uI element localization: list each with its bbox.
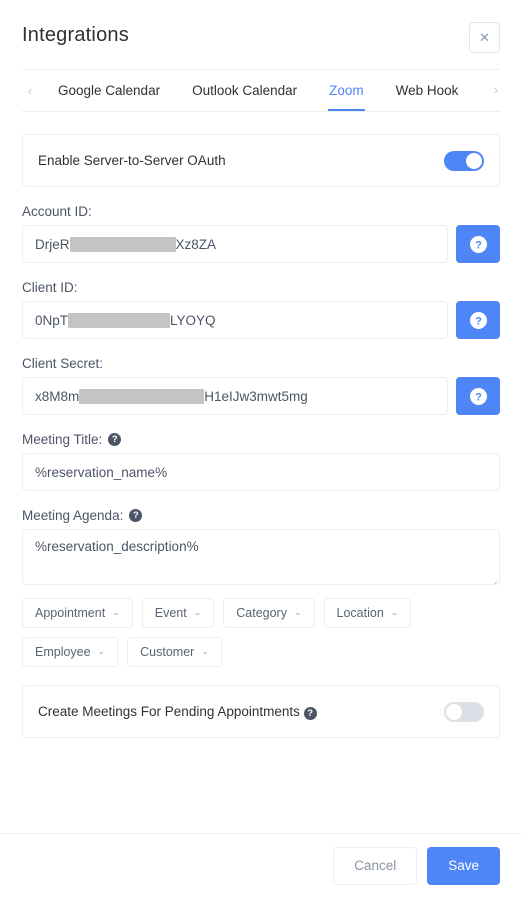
meeting-agenda-field-block: Meeting Agenda: ? %reservation_descripti… (22, 508, 500, 585)
label-text: Client Secret: (22, 356, 104, 371)
pending-appointments-label: Create Meetings For Pending Appointments… (38, 704, 317, 720)
tab-zoom[interactable]: Zoom (313, 70, 380, 111)
tab-outlook-calendar[interactable]: Outlook Calendar (176, 70, 313, 111)
client-secret-label: Client Secret: (22, 356, 500, 371)
value-prefix: DrjeR (35, 236, 70, 252)
help-icon: ? (469, 311, 487, 329)
meeting-agenda-help-icon[interactable]: ? (129, 509, 143, 522)
chip-label: Customer (140, 645, 195, 659)
value-suffix: LYOYQ (170, 312, 216, 328)
label-text: Meeting Title: (22, 432, 103, 447)
client-secret-input[interactable]: x8M8m H1eIJw3mwt5mg (22, 377, 448, 415)
close-icon: ✕ (479, 30, 490, 45)
chip-event[interactable]: Event ⌄ (141, 598, 215, 628)
chevron-down-icon: ⌄ (193, 606, 202, 617)
client-id-help-button[interactable]: ? (456, 301, 500, 339)
account-id-input[interactable]: DrjeR Xz8ZA (22, 225, 448, 263)
account-id-row: DrjeR Xz8ZA ? (22, 225, 500, 263)
chip-appointment[interactable]: Appointment ⌄ (22, 598, 133, 628)
chip-label: Employee (35, 645, 91, 659)
chevron-down-icon: ⌄ (390, 606, 399, 617)
svg-text:?: ? (475, 239, 482, 251)
meeting-title-field-block: Meeting Title: ? %reservation_name% (22, 432, 500, 491)
value-prefix: 0NpT (35, 312, 69, 328)
create-meetings-pending-toggle[interactable] (444, 701, 484, 722)
save-button[interactable]: Save (427, 846, 500, 885)
chip-customer[interactable]: Customer ⌄ (127, 637, 222, 667)
meeting-agenda-textarea[interactable]: %reservation_description% (22, 529, 500, 585)
pending-appointments-card: Create Meetings For Pending Appointments… (22, 685, 500, 738)
client-id-row: 0NpT LYOYQ ? (22, 301, 500, 339)
oauth-card: Enable Server-to-Server OAuth (22, 134, 500, 187)
chevron-down-icon: ⌄ (201, 645, 209, 656)
meeting-title-label: Meeting Title: ? (22, 432, 500, 447)
client-secret-row: x8M8m H1eIJw3mwt5mg ? (22, 377, 500, 415)
chip-label: Event (154, 606, 187, 620)
account-id-label: Account ID: (22, 204, 500, 219)
client-secret-field-block: Client Secret: x8M8m H1eIJw3mwt5mg ? (22, 356, 500, 415)
help-icon: ? (469, 387, 487, 405)
meeting-title-input[interactable]: %reservation_name% (22, 453, 500, 491)
tabs-prev-arrow-icon[interactable]: ‹ (22, 85, 38, 97)
svg-text:?: ? (475, 391, 482, 403)
client-id-input[interactable]: 0NpT LYOYQ (22, 301, 448, 339)
dialog-body: Enable Server-to-Server OAuth Account ID… (0, 112, 522, 833)
page-title: Integrations (22, 24, 129, 46)
dialog-header: Integrations ✕ (0, 0, 522, 53)
tab-label: Zoom (329, 83, 364, 98)
chip-employee[interactable]: Employee ⌄ (22, 637, 119, 667)
chip-label: Appointment (35, 606, 106, 620)
tab-google-calendar[interactable]: Google Calendar (42, 70, 176, 111)
client-id-label: Client ID: (22, 280, 500, 295)
redaction-bar (69, 236, 176, 252)
chevron-down-icon: ⌄ (112, 606, 120, 617)
toggle-knob (446, 703, 462, 720)
redaction-bar (68, 312, 171, 328)
chevron-down-icon: ⌄ (293, 606, 302, 617)
tab-label: Outlook Calendar (192, 83, 298, 98)
value-suffix: H1eIJw3mwt5mg (204, 388, 308, 404)
tab-label: Google Calendar (58, 83, 161, 98)
svg-text:?: ? (475, 315, 482, 327)
label-text: Client ID: (22, 280, 78, 295)
label-text: Account ID: (22, 204, 92, 219)
textarea-resize-handle-icon[interactable] (487, 573, 497, 583)
meeting-title-help-icon[interactable]: ? (108, 433, 122, 446)
tab-web-hook[interactable]: Web Hook (380, 70, 475, 111)
redaction-bar (79, 388, 205, 404)
chip-label: Location (336, 606, 384, 620)
cancel-button[interactable]: Cancel (333, 846, 418, 885)
dialog-footer: Cancel Save (0, 833, 522, 897)
chevron-down-icon: ⌄ (97, 645, 106, 656)
help-icon: ? (469, 235, 487, 253)
textarea-value: %reservation_description% (35, 539, 199, 554)
account-id-help-button[interactable]: ? (456, 225, 500, 263)
label-text: Meeting Agenda: (22, 508, 124, 523)
integration-tabs: ‹ Google Calendar Outlook Calendar Zoom … (22, 70, 500, 112)
chip-location[interactable]: Location ⌄ (323, 598, 412, 628)
tab-list: Google Calendar Outlook Calendar Zoom We… (42, 70, 500, 111)
chip-label: Category (236, 606, 287, 620)
client-secret-help-button[interactable]: ? (456, 377, 500, 415)
client-id-field-block: Client ID: 0NpT LYOYQ ? (22, 280, 500, 339)
account-id-field-block: Account ID: DrjeR Xz8ZA ? (22, 204, 500, 263)
placeholder-chip-group: Appointment ⌄ Event ⌄ Category ⌄ Locatio… (22, 598, 500, 667)
label-text: Create Meetings For Pending Appointments (38, 703, 300, 719)
integrations-dialog: Integrations ✕ ‹ Google Calendar Outlook… (0, 0, 522, 897)
value-prefix: x8M8m (35, 388, 80, 404)
chip-category[interactable]: Category ⌄ (223, 598, 315, 628)
toggle-knob (466, 152, 482, 169)
close-button[interactable]: ✕ (469, 22, 500, 53)
enable-server-to-server-oauth-toggle[interactable] (444, 150, 484, 171)
pending-appointments-help-icon[interactable]: ? (303, 706, 317, 720)
tabs-next-arrow-icon[interactable]: › (488, 84, 500, 96)
oauth-label: Enable Server-to-Server OAuth (38, 153, 226, 168)
meeting-agenda-label: Meeting Agenda: ? (22, 508, 500, 523)
value-suffix: Xz8ZA (175, 236, 217, 252)
tab-label: Web Hook (395, 83, 459, 98)
